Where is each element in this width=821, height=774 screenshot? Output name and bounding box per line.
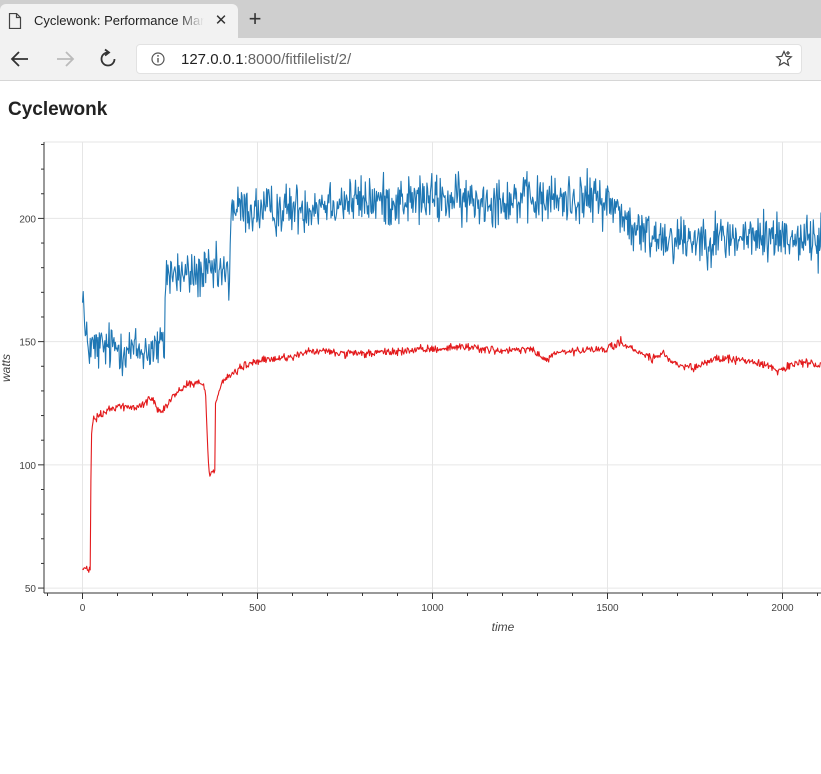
tab-title: Cyclewonk: Performance Management (34, 13, 204, 28)
x-axis-label: time (492, 620, 515, 634)
x-tick-label: 1000 (421, 603, 444, 614)
y-tick-label: 100 (19, 461, 36, 472)
y-tick-label: 50 (25, 584, 37, 595)
series-line-2 (82, 336, 821, 573)
axes: 501001502000 500 1000 1500 2000 (19, 142, 821, 614)
url-host: 127.0.0.1 (181, 51, 244, 68)
tab-strip: Cyclewonk: Performance Management ✕ + (0, 0, 821, 38)
series-line-1 (81, 167, 821, 377)
y-axis-label: watts (0, 354, 13, 382)
url-text: 127.0.0.1:8000/fitfilelist/2/ (181, 51, 351, 68)
power-line-chart[interactable]: 501001502000 500 1000 1500 2000 time watts (0, 138, 821, 638)
address-bar[interactable]: 127.0.0.1:8000/fitfilelist/2/ (136, 44, 802, 74)
close-tab-icon[interactable]: ✕ (212, 12, 230, 30)
back-arrow-icon[interactable] (9, 48, 31, 70)
grid (44, 141, 821, 593)
browser-tab[interactable]: Cyclewonk: Performance Management ✕ (0, 4, 238, 38)
y-tick-label: 200 (19, 214, 36, 225)
browser-toolbar: 127.0.0.1:8000/fitfilelist/2/ (0, 38, 821, 81)
x-tick-label: 1500 (596, 603, 619, 614)
x-tick-label: 2000 (771, 603, 794, 614)
forward-arrow-icon[interactable] (54, 48, 76, 70)
y-tick-label: 150 (19, 338, 36, 349)
series-group (81, 167, 821, 573)
favorite-star-icon[interactable] (775, 50, 793, 68)
x-tick-label: 0 (80, 603, 86, 614)
document-icon (8, 13, 22, 29)
reload-icon[interactable] (97, 48, 119, 70)
info-icon[interactable] (151, 52, 165, 66)
x-tick-label: 500 (249, 603, 266, 614)
new-tab-icon[interactable]: + (244, 8, 266, 30)
url-path: :8000/fitfilelist/2/ (243, 51, 352, 68)
page-title: Cyclewonk (8, 99, 108, 120)
